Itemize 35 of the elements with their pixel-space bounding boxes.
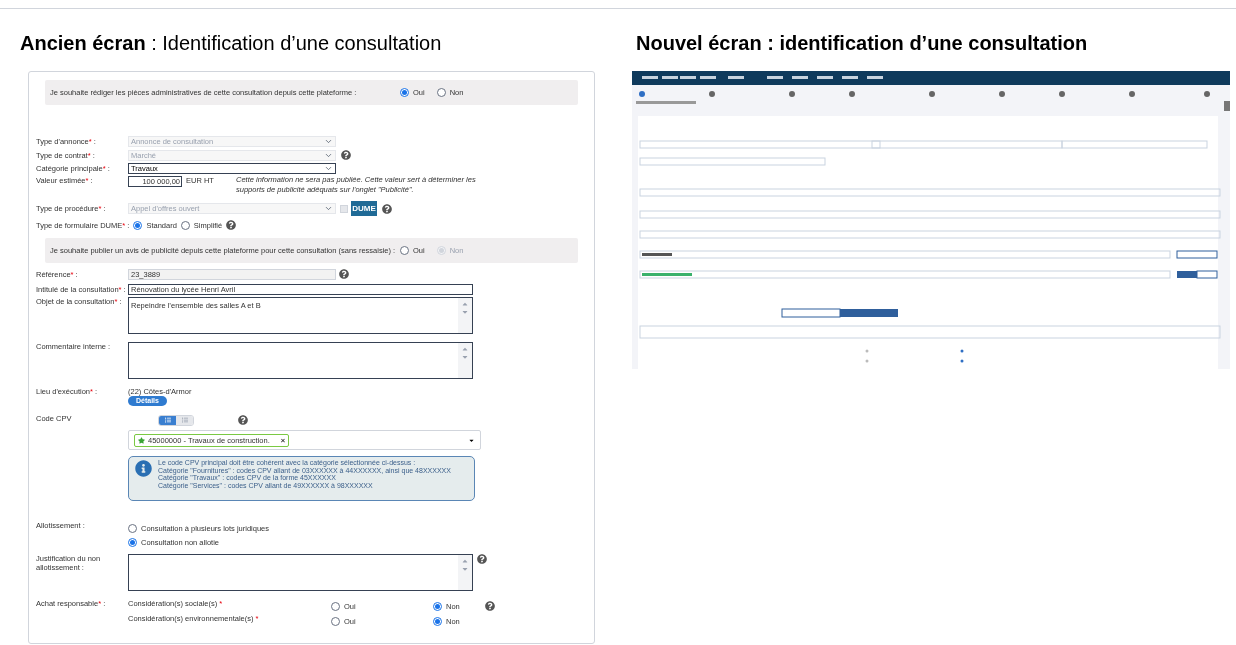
- chevron-down-icon: [324, 204, 333, 213]
- radio-button[interactable]: [180, 220, 190, 230]
- scroll-up-icon[interactable]: [461, 345, 469, 353]
- radio-button[interactable]: [400, 246, 409, 255]
- radio-button[interactable]: [436, 88, 446, 97]
- radio-button[interactable]: [331, 617, 340, 626]
- help-icon[interactable]: [226, 220, 237, 230]
- scroll-down-icon[interactable]: [461, 565, 469, 573]
- scrollbar[interactable]: [458, 343, 472, 378]
- scrollbar[interactable]: [458, 555, 472, 590]
- slide-heading: Ancien écran : Identification d’une consultation: [20, 31, 443, 56]
- radio-button[interactable]: [433, 602, 442, 611]
- view-toggle[interactable]: [176, 415, 193, 425]
- text-area[interactable]: [128, 554, 473, 591]
- list-icon: [181, 417, 188, 423]
- radio-button[interactable]: [128, 538, 137, 547]
- scroll-down-icon[interactable]: [461, 353, 469, 361]
- radio-button[interactable]: [400, 88, 409, 97]
- help-icon[interactable]: [238, 415, 248, 425]
- slide-heading: Nouvel écran : identification d’une consultation: [636, 31, 1088, 56]
- info-icon: [135, 460, 152, 477]
- scroll-up-icon[interactable]: [461, 300, 469, 308]
- scroll-up-icon[interactable]: [461, 557, 469, 565]
- list-icon: [164, 417, 171, 423]
- scrollbar[interactable]: [458, 298, 472, 333]
- star-icon: [138, 436, 145, 444]
- radio-button[interactable]: [133, 220, 143, 230]
- radio-button[interactable]: [128, 524, 137, 533]
- text-area[interactable]: [128, 342, 473, 379]
- scroll-down-icon[interactable]: [461, 308, 469, 316]
- view-toggle[interactable]: [159, 415, 176, 425]
- help-icon[interactable]: [477, 554, 487, 564]
- radio-button[interactable]: [331, 602, 340, 611]
- radio-button[interactable]: [433, 617, 442, 626]
- help-icon[interactable]: [485, 601, 495, 611]
